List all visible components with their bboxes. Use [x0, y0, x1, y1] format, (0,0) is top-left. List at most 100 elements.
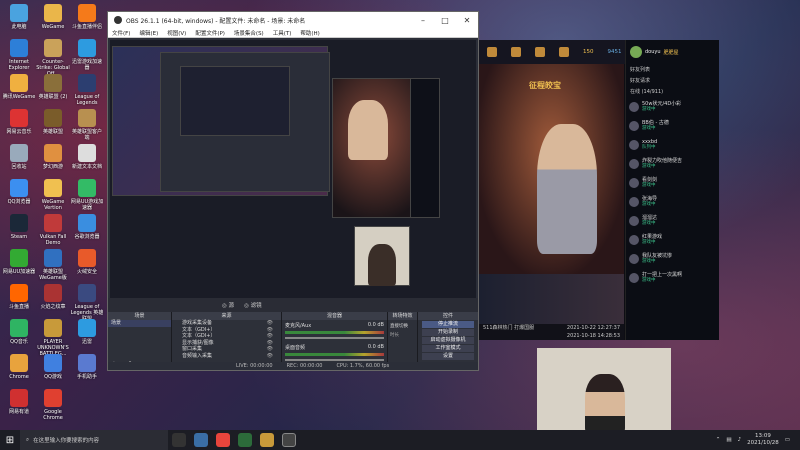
desktop-icon[interactable]: 英雄联盟 (2)	[36, 74, 70, 100]
transition-select[interactable]: 直接切换	[388, 320, 417, 332]
desktop-icon[interactable]: 梦幻西游	[36, 144, 70, 170]
nav-icon[interactable]	[559, 47, 569, 57]
friend-item[interactable]: 看剑剑 游戏中	[626, 173, 719, 192]
desktop-icon[interactable]: 此电脑	[2, 4, 36, 30]
desktop-icon[interactable]: WeGame	[36, 4, 70, 30]
studio-mode-button[interactable]: 工作室模式	[422, 345, 474, 352]
video-item[interactable]: 2021-10-18 14:28:53	[479, 332, 624, 340]
desktop-icon[interactable]: 网易UU游戏加速器	[70, 179, 104, 211]
desktop-icon[interactable]: 手机助手	[70, 354, 104, 380]
desktop-icon[interactable]: Internet Explorer	[2, 39, 36, 71]
menu-view[interactable]: 视图(V)	[167, 29, 186, 37]
friend-item[interactable]: 溜溜达 游戏中	[626, 211, 719, 230]
friend-item[interactable]: 我队友被坑惨 游戏中	[626, 249, 719, 268]
video-thumbnail[interactable]	[479, 274, 624, 324]
obs-taskbar-icon[interactable]	[282, 433, 296, 447]
volume-slider[interactable]	[285, 337, 384, 339]
desktop-icon[interactable]: 火焰之纹章	[36, 284, 70, 310]
desktop-icon[interactable]: 英雄联盟客户端	[70, 109, 104, 141]
desktop-icon[interactable]: League of Legends	[70, 74, 104, 106]
source-item[interactable]: 音频输入采集 👁	[172, 353, 281, 360]
nav-icon[interactable]	[511, 47, 521, 57]
game-icon[interactable]	[238, 433, 252, 447]
close-icon[interactable]: ✕	[456, 16, 478, 25]
friend-item[interactable]: 炸裂力吹他随便吉 游戏中	[626, 154, 719, 173]
tray-arrow-icon[interactable]: ⌃	[716, 437, 721, 443]
avatar	[629, 253, 639, 264]
nav-icon[interactable]	[487, 47, 497, 57]
notification-icon[interactable]: ▭	[785, 437, 790, 443]
menu-scene-collection[interactable]: 场景集合(S)	[234, 29, 264, 37]
nav-icon[interactable]	[535, 47, 545, 57]
menu-profile[interactable]: 配置文件(P)	[195, 29, 225, 37]
volume-icon[interactable]: ♪	[738, 437, 742, 443]
desktop-icon[interactable]: 迅雷	[70, 319, 104, 345]
desktop-icon[interactable]: 腾讯WeGame	[2, 74, 36, 100]
volume-slider[interactable]	[285, 359, 384, 361]
desktop-icon[interactable]: Chrome	[2, 354, 36, 380]
virtual-camera-button[interactable]: 启动虚拟摄像机	[422, 337, 474, 344]
friend-item[interactable]: 张海导 游戏中	[626, 192, 719, 211]
desktop-icon[interactable]: 迅雷游戏加速器	[70, 39, 104, 71]
league-icon[interactable]	[260, 433, 274, 447]
desktop-icon[interactable]: Vulkan Fall Demo	[36, 214, 70, 246]
desktop-icon[interactable]: League of Legends 英雄联盟	[70, 284, 104, 322]
taskbar-search[interactable]: ⌕ 在这里输入你要搜索的内容	[20, 430, 168, 450]
friend-item[interactable]: xxxbd 队列中	[626, 135, 719, 154]
properties-button[interactable]: ◎ 源	[222, 301, 234, 309]
desktop-icon[interactable]: PLAYER UNKNOWN'S BATTLEG...	[36, 319, 70, 357]
desktop-icon[interactable]: QQ浏览器	[2, 179, 36, 205]
minimize-icon[interactable]: –	[412, 16, 434, 25]
desktop-icon[interactable]: WeGame Vertion	[36, 179, 70, 211]
start-recording-button[interactable]: 开始录制	[422, 329, 474, 336]
desktop-icon-label: QQ游戏	[44, 374, 62, 380]
maximize-icon[interactable]: □	[434, 16, 456, 25]
settings-button[interactable]: 设置	[422, 353, 474, 360]
video-item[interactable]: 511森林热门 打爆国服 2021-10-22 12:27:37	[479, 324, 624, 332]
chrome-icon[interactable]	[216, 433, 230, 447]
desktop-icon[interactable]: 斗鱼直播伴侣	[70, 4, 104, 30]
desktop-icon[interactable]: 谷歌浏览器	[70, 214, 104, 240]
obs-title-text: OBS 26.1.1 (64-bit, windows) - 配置文件: 未命名…	[126, 17, 306, 25]
desktop-icon[interactable]: 回收站	[2, 144, 36, 170]
online-count[interactable]: 在线 (14/911)	[626, 86, 719, 97]
desktop-icon[interactable]: 英雄联盟	[36, 109, 70, 135]
desktop-icon[interactable]: 火绒安全	[70, 249, 104, 275]
clock[interactable]: 13:09 2021/10/28	[747, 433, 779, 447]
friend-item[interactable]: 50w状元/4D小彩 游戏中	[626, 97, 719, 116]
explorer-icon[interactable]	[194, 433, 208, 447]
obs-title-bar[interactable]: OBS 26.1.1 (64-bit, windows) - 配置文件: 未命名…	[108, 12, 478, 28]
windows-start-icon[interactable]: ⊞	[0, 435, 20, 446]
task-view-icon[interactable]	[172, 433, 186, 447]
obs-preview-canvas[interactable]	[110, 40, 476, 298]
friend-item[interactable]: BB伯 - 古德 游戏中	[626, 116, 719, 135]
friend-requests-label[interactable]: 好友请求	[626, 75, 719, 86]
desktop-icon[interactable]: 英雄联盟WeGame版	[36, 249, 70, 281]
friend-item[interactable]: 打一把上一次黑啊 游戏中	[626, 268, 719, 287]
menu-file[interactable]: 文件(F)	[112, 29, 130, 37]
scene-item[interactable]: 场景	[108, 320, 171, 327]
profile-header[interactable]: douyu 肥肥屋	[626, 40, 719, 64]
desktop-icon[interactable]: 新建文本文档	[70, 144, 104, 170]
mixer-channel[interactable]: 桌面音频 0.0 dB	[282, 342, 387, 364]
desktop-icon[interactable]: Steam	[2, 214, 36, 240]
desktop-icon[interactable]: 网易UU加速器	[2, 249, 36, 275]
menu-edit[interactable]: 编辑(E)	[139, 29, 158, 37]
app-icon	[78, 214, 96, 232]
network-icon[interactable]: ▤	[726, 437, 731, 443]
desktop-icon[interactable]: Google Chrome	[36, 389, 70, 421]
friend-item[interactable]: 红果游戏 游戏中	[626, 230, 719, 249]
menu-tools[interactable]: 工具(T)	[273, 29, 292, 37]
desktop-icon[interactable]: 网易有道	[2, 389, 36, 415]
filters-button[interactable]: ◎ 滤镜	[244, 301, 262, 309]
desktop-icon[interactable]: QQ游戏	[36, 354, 70, 380]
desktop-icon[interactable]: QQ音乐	[2, 319, 36, 345]
desktop-icon[interactable]: Counter-Strike: Global Off...	[36, 39, 70, 77]
stop-streaming-button[interactable]: 停止推流	[422, 321, 474, 328]
desktop-icon-label: WeGame Vertion	[41, 199, 65, 211]
desktop-icon[interactable]: 网易云音乐	[2, 109, 36, 135]
menu-help[interactable]: 帮助(H)	[300, 29, 319, 37]
obs-window[interactable]: OBS 26.1.1 (64-bit, windows) - 配置文件: 未命名…	[107, 11, 479, 371]
desktop-icon[interactable]: 斗鱼直播	[2, 284, 36, 310]
mixer-channel[interactable]: 麦克风/Aux 0.0 dB	[282, 320, 387, 342]
